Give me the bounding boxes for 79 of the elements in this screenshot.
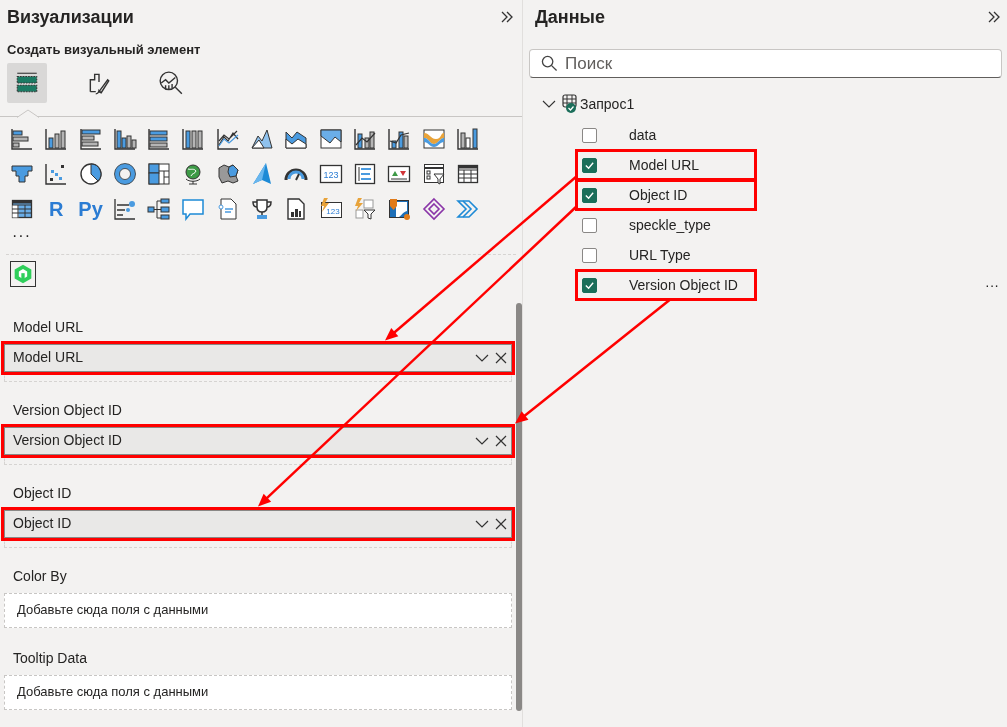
waterfall-chart-icon[interactable] <box>455 126 480 151</box>
lightning-slicer-icon[interactable] <box>352 196 377 221</box>
line-chart-icon[interactable] <box>215 126 240 151</box>
well-label: Model URL <box>12 317 85 337</box>
field-row[interactable]: Object ID <box>578 182 754 208</box>
checkbox[interactable] <box>582 247 597 263</box>
well-label: Object ID <box>12 483 73 503</box>
collapse-icon[interactable] <box>986 9 1002 25</box>
scatter-chart-icon[interactable] <box>44 161 69 186</box>
checkmark-icon <box>584 189 595 201</box>
clustered-column-chart-icon[interactable] <box>112 126 137 151</box>
table-icon <box>562 94 580 114</box>
field-name: speckle_type <box>629 215 711 235</box>
slicer-icon[interactable] <box>421 161 446 186</box>
line-column-chart-icon[interactable] <box>352 126 377 151</box>
field-row[interactable]: Model URL <box>578 152 754 178</box>
diamond-icon[interactable] <box>421 196 446 221</box>
field-name: URL Type <box>629 245 691 265</box>
well-label: Color By <box>12 566 68 586</box>
stacked-bar-chart-icon[interactable] <box>10 126 34 151</box>
field-name: Version Object ID <box>629 275 738 295</box>
field-name: Model URL <box>13 348 85 367</box>
field-name: Object ID <box>13 514 73 533</box>
scrollbar[interactable] <box>516 302 522 711</box>
bar-chart-icon[interactable] <box>147 126 172 151</box>
field-pill[interactable]: Version Object ID <box>4 426 512 455</box>
key-influencers-icon[interactable] <box>112 196 137 221</box>
close-icon[interactable] <box>495 351 507 364</box>
document-icon[interactable] <box>215 196 240 221</box>
field-name: data <box>629 125 657 145</box>
cube-icon <box>13 263 33 284</box>
drop-zone[interactable]: Добавьте сюда поля с данными <box>4 592 512 628</box>
close-icon[interactable] <box>495 517 507 530</box>
search-field[interactable]: Поиск <box>529 49 1002 78</box>
checkbox[interactable] <box>582 217 597 233</box>
field-name: Model URL <box>629 155 700 175</box>
panel-title: Данные <box>535 5 605 29</box>
field-pill[interactable]: Object ID <box>4 509 512 538</box>
line-column-chart-icon[interactable] <box>387 126 412 151</box>
more-visuals-button[interactable]: ··· <box>0 227 522 244</box>
field-row[interactable]: URL Type <box>578 240 754 270</box>
field-row[interactable]: Version Object ID <box>578 272 754 298</box>
trophy-icon[interactable] <box>250 196 275 221</box>
decomposition-tree-icon[interactable] <box>147 196 172 221</box>
checkmark-icon <box>584 159 595 171</box>
donut-chart-icon[interactable] <box>112 161 137 186</box>
area-chart-icon[interactable] <box>318 126 343 151</box>
treemap-icon[interactable] <box>147 161 172 186</box>
field-row[interactable]: speckle_type <box>578 210 754 240</box>
pie-chart-icon[interactable] <box>78 161 103 186</box>
field-pill[interactable]: Model URL <box>4 343 512 372</box>
map-pin-icon[interactable] <box>387 196 412 221</box>
panel-title: Визуализации <box>7 5 134 29</box>
table-name[interactable]: Запрос1 <box>580 93 635 115</box>
ribbon-chart-icon[interactable] <box>421 126 446 151</box>
clustered-bar-chart-icon[interactable] <box>78 126 103 151</box>
stacked-column-chart-icon[interactable] <box>44 126 69 151</box>
column-chart-icon[interactable] <box>181 126 206 151</box>
well-label: Tooltip Data <box>12 648 88 668</box>
drop-zone[interactable]: Добавьте сюда поля с данными <box>4 674 512 710</box>
field-row[interactable]: data <box>578 120 754 150</box>
visual-tab[interactable] <box>7 62 47 103</box>
checkbox[interactable] <box>582 277 597 293</box>
checkbox[interactable] <box>582 127 597 143</box>
field-name: Object ID <box>629 185 688 205</box>
close-icon[interactable] <box>495 434 507 447</box>
field-name: Version Object ID <box>13 431 123 450</box>
analytics-search-icon <box>158 69 184 96</box>
checkbox[interactable] <box>582 187 597 203</box>
well-label: Version Object ID <box>12 400 123 420</box>
checkmark-icon <box>584 279 595 291</box>
multi-row-card-icon[interactable] <box>352 161 377 186</box>
checkbox[interactable] <box>582 157 597 173</box>
collapse-icon[interactable] <box>499 9 515 25</box>
panel-subtitle: Создать визуальный элемент <box>6 41 202 59</box>
more-options-button[interactable]: ··· <box>985 274 999 296</box>
map-icon[interactable] <box>215 161 240 186</box>
custom-visual-button[interactable] <box>10 260 36 287</box>
speech-bubble-icon[interactable] <box>181 196 206 221</box>
